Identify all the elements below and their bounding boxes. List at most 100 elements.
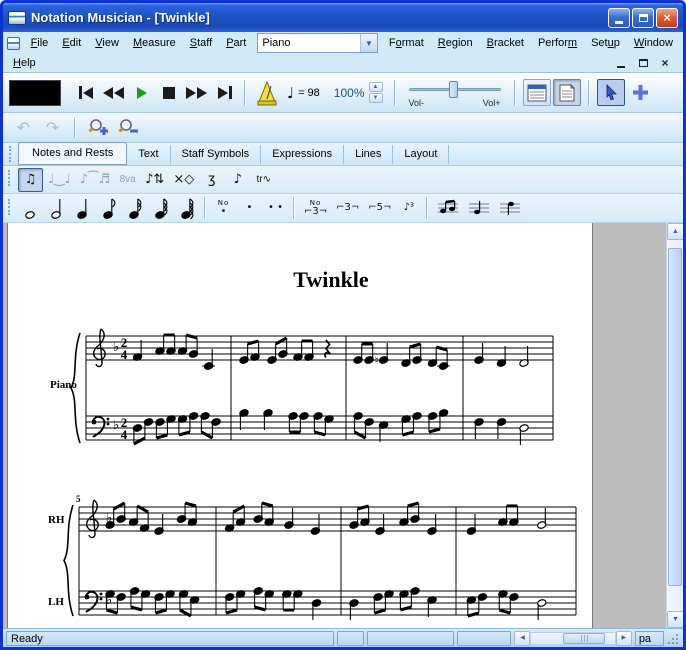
triplet-button[interactable]: ⌐3¬ [332, 196, 363, 220]
no-tuplet-icon: No⌐3¬ [304, 200, 327, 217]
menu-measure[interactable]: Measure [126, 35, 183, 51]
chevron-down-icon[interactable]: ▼ [360, 34, 377, 52]
tab-staff-symbols[interactable]: Staff Symbols [171, 145, 262, 164]
beam-notes-button[interactable] [433, 196, 463, 220]
document-icon [7, 37, 20, 50]
play-button[interactable] [129, 80, 154, 106]
part-selector[interactable]: Piano ▼ [257, 33, 378, 53]
quarter-note-button[interactable] [70, 196, 95, 220]
tab-text[interactable]: Text [127, 145, 170, 164]
no-tuplet-button[interactable]: No⌐3¬ [300, 196, 331, 220]
go-to-start-button[interactable] [73, 80, 98, 106]
tab-expressions[interactable]: Expressions [261, 145, 344, 164]
minimize-button[interactable] [608, 8, 630, 28]
vertical-scrollbar-thumb[interactable] [668, 248, 682, 586]
horizontal-scrollbar-track[interactable] [530, 632, 615, 645]
slur-notes-button[interactable]: ♪⁀♬ [76, 168, 114, 192]
rests-button[interactable]: ʒ [199, 168, 224, 192]
status-horizontal-scrollbar[interactable]: ◀ ▶ [514, 631, 631, 646]
fast-forward-button[interactable] [183, 80, 210, 106]
single-dot-button[interactable]: • [237, 196, 262, 220]
vertical-scrollbar[interactable]: ▲ ▼ [666, 223, 683, 628]
scroll-right-button[interactable]: ▶ [616, 631, 632, 646]
go-to-end-button[interactable] [212, 80, 237, 106]
menu-bracket[interactable]: Bracket [480, 35, 531, 51]
tab-layout[interactable]: Layout [393, 145, 449, 164]
toolbar-grip[interactable] [8, 199, 11, 215]
menu-view[interactable]: View [88, 35, 126, 51]
scroll-down-button[interactable]: ▼ [667, 611, 683, 628]
zoom-out-icon [118, 118, 138, 137]
sixteenth-note-button[interactable] [122, 196, 147, 220]
metronome-icon [256, 80, 278, 106]
restore-button[interactable] [632, 8, 654, 28]
arrow-select-button[interactable] [597, 79, 625, 106]
zoom-step-up-button[interactable]: ▲ [369, 82, 383, 92]
volume-thumb[interactable] [449, 81, 458, 98]
zoom-step-down-button[interactable]: ▼ [369, 93, 383, 103]
note-stem-down-button[interactable] [495, 196, 525, 220]
menu-perform[interactable]: Perform [531, 35, 584, 51]
mdi-restore-button[interactable] [636, 57, 650, 70]
zoom-out-button[interactable] [115, 115, 141, 141]
menu-region[interactable]: Region [431, 35, 480, 51]
tie-button[interactable]: ♩‿♩ [44, 168, 75, 192]
eighth-note-pair-button[interactable]: ♫ [18, 168, 43, 192]
menu-edit[interactable]: Edit [55, 35, 88, 51]
mdi-close-button[interactable]: × [658, 57, 672, 70]
add-note-button[interactable] [627, 79, 655, 106]
undo-button[interactable]: ↶ [11, 115, 36, 141]
volume-slider[interactable]: Vol- Vol+ [407, 78, 503, 108]
pitch-arrows-button[interactable]: ♪⇅ [141, 168, 168, 192]
whole-note-button[interactable] [18, 196, 43, 220]
metronome-button[interactable] [253, 80, 281, 106]
toolbar-grip[interactable] [8, 170, 11, 186]
score-page[interactable]: TwinklePiano♭24♮♭24RHLH5♭♭ [7, 223, 593, 628]
scroll-left-button[interactable]: ◀ [514, 631, 530, 646]
eighth-note-icon [101, 195, 117, 221]
menu-file[interactable]: File [24, 35, 56, 51]
scroll-up-button[interactable]: ▲ [667, 223, 683, 240]
special-noteheads-button[interactable]: ×◇ [169, 168, 198, 192]
mdi-minimize-button[interactable] [614, 57, 628, 70]
redo-button[interactable]: ↷ [40, 115, 65, 141]
no-dot-button[interactable]: No• [211, 196, 236, 220]
thirty-second-note-button[interactable] [148, 196, 173, 220]
double-dot-button[interactable]: • • [263, 196, 288, 220]
eighth-note-button[interactable] [96, 196, 121, 220]
sixty-fourth-note-button[interactable] [174, 196, 199, 220]
note-stem-up-button[interactable] [464, 196, 494, 220]
arrow-cursor-icon [603, 84, 619, 101]
svg-text:Piano: Piano [50, 379, 77, 391]
menu-part[interactable]: Part [219, 35, 253, 51]
resize-grip[interactable] [667, 631, 680, 646]
zoom-in-button[interactable] [85, 115, 111, 141]
grace-note-button[interactable]: ♪ [225, 168, 250, 192]
trill-button[interactable]: tr∿ [251, 168, 276, 192]
part-selector-value: Piano [258, 37, 360, 49]
window-view-button[interactable] [523, 79, 551, 106]
menu-bar-row1: FileEditViewMeasureStaffPart Piano ▼ For… [3, 32, 683, 54]
tab-lines[interactable]: Lines [344, 145, 393, 164]
menu-format[interactable]: Format [382, 35, 431, 51]
close-button[interactable]: × [656, 8, 678, 28]
mdi-minimize-icon [617, 66, 625, 68]
octave-8va-button[interactable]: 8va [115, 168, 140, 192]
vertical-scrollbar-track[interactable] [667, 240, 683, 611]
quintuplet-button[interactable]: ⌐5¬ [364, 196, 395, 220]
redo-icon: ↷ [46, 118, 59, 137]
tuplet-eighth-button[interactable]: ♪³ [396, 196, 421, 220]
stop-button[interactable] [156, 80, 181, 106]
menu-window[interactable]: Window [627, 35, 680, 51]
undo-icon: ↶ [17, 118, 30, 137]
half-note-button[interactable] [44, 196, 69, 220]
menu-setup[interactable]: Setup [584, 35, 627, 51]
beam-notes-icon [437, 199, 459, 217]
toolbar-grip[interactable] [9, 146, 12, 162]
page-view-button[interactable] [553, 79, 581, 106]
horizontal-scrollbar-thumb[interactable] [563, 633, 605, 644]
menu-staff[interactable]: Staff [183, 35, 219, 51]
tab-notes-and-rests[interactable]: Notes and Rests [18, 142, 127, 165]
menu-help[interactable]: Help [6, 55, 43, 71]
rewind-button[interactable] [100, 80, 127, 106]
